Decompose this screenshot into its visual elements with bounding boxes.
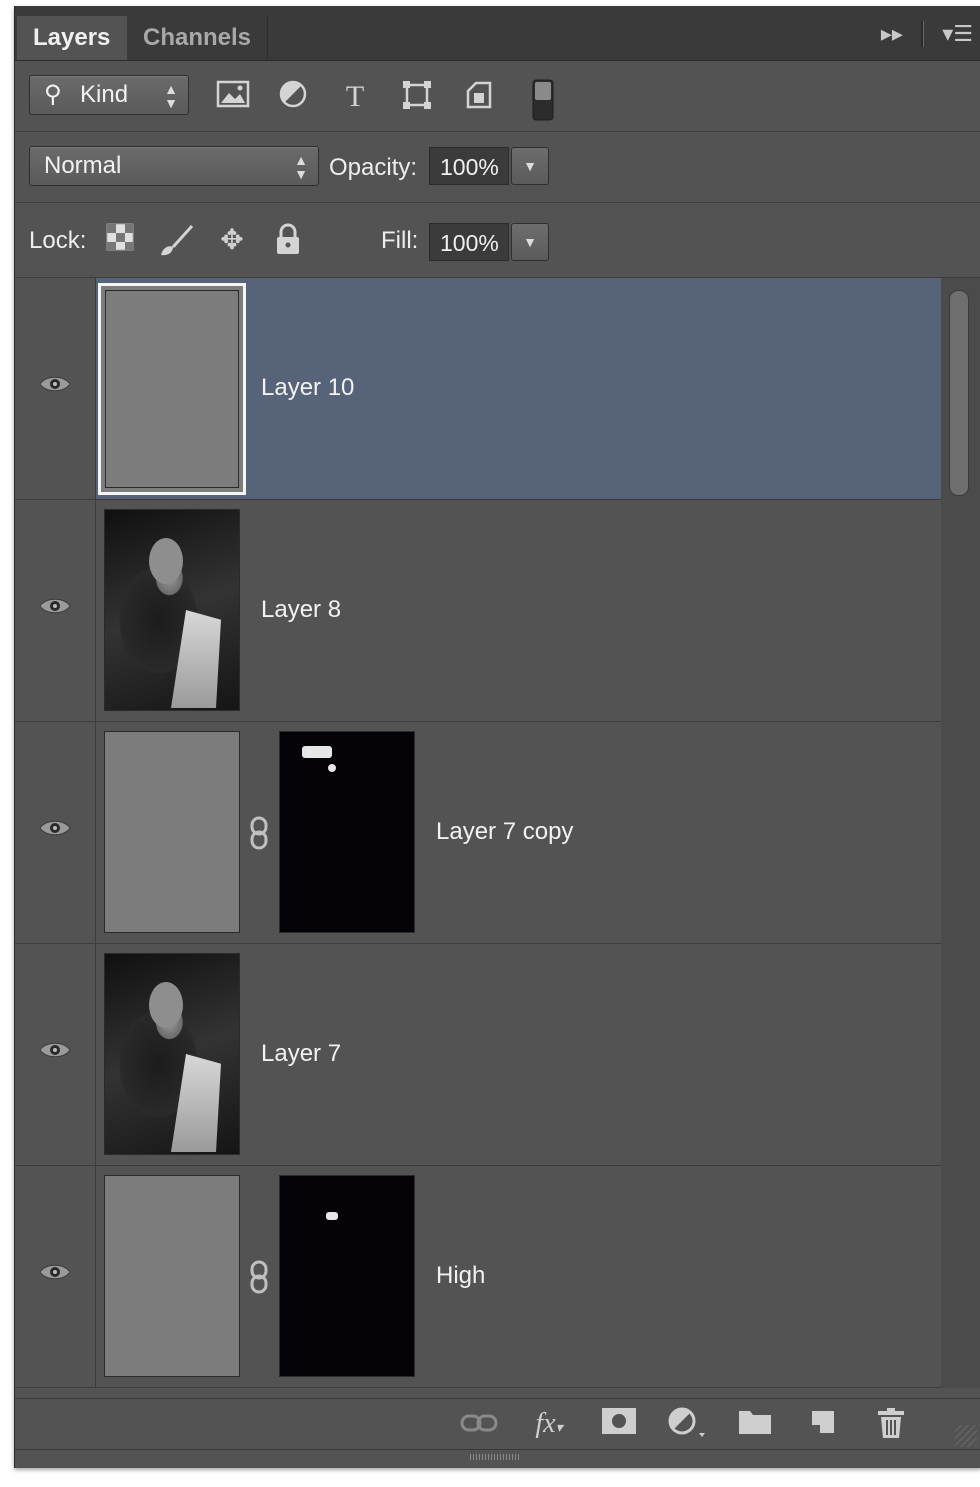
filter-toggle-icon[interactable] xyxy=(525,79,561,121)
eye-icon[interactable] xyxy=(39,818,71,838)
eye-icon[interactable] xyxy=(39,1040,71,1060)
lock-all-icon[interactable] xyxy=(271,223,305,257)
kind-label: Kind xyxy=(80,81,129,108)
portrait-face xyxy=(149,982,183,1028)
layer-thumbnail[interactable] xyxy=(98,283,246,495)
portrait-shirt xyxy=(171,610,221,708)
layer-thumbnail[interactable] xyxy=(104,1175,240,1377)
opacity-dropdown-button[interactable]: ▼ xyxy=(511,147,549,185)
visibility-toggle[interactable] xyxy=(15,944,96,1165)
fill-dropdown-button[interactable]: ▼ xyxy=(511,223,549,261)
layer-body[interactable]: High xyxy=(96,1166,941,1387)
layer-mask-thumbnail[interactable] xyxy=(279,1175,415,1377)
portrait-shirt xyxy=(171,1054,221,1152)
lock-position-icon[interactable]: ✥ xyxy=(215,223,249,257)
panel-tab-bar: Layers Channels ▸▸ ▾☰ xyxy=(15,6,980,61)
delete-layer-icon[interactable] xyxy=(871,1407,911,1441)
layer-thumbnail[interactable] xyxy=(104,731,240,933)
blend-row: Normal ▲ ▼ Opacity: 100% ▼ xyxy=(15,132,980,203)
lock-label: Lock: xyxy=(29,227,87,254)
layer-thumbnail[interactable] xyxy=(104,953,240,1155)
visibility-toggle[interactable] xyxy=(15,500,96,721)
visibility-toggle[interactable] xyxy=(15,722,96,943)
layer-thumbnail[interactable] xyxy=(104,509,240,711)
mask-highlight xyxy=(328,764,336,772)
layer-body[interactable]: Layer 7 xyxy=(96,944,941,1165)
add-mask-icon[interactable] xyxy=(599,1407,639,1441)
lock-row: Lock: ✥ Fill: 100% ▼ xyxy=(15,203,980,278)
layer-name[interactable]: Layer 10 xyxy=(261,374,354,402)
tab-layers[interactable]: Layers xyxy=(17,16,127,60)
layers-scrollbar[interactable] xyxy=(941,278,980,1388)
link-layers-icon[interactable] xyxy=(459,1407,499,1441)
layer-row-high[interactable]: High xyxy=(15,1166,941,1388)
up-down-arrows-icon: ▲ ▼ xyxy=(294,152,308,182)
layer-row-layer-7-copy[interactable]: Layer 7 copy xyxy=(15,722,941,944)
fill-input[interactable]: 100% xyxy=(429,223,509,261)
fill-label: Fill: xyxy=(381,227,419,254)
layer-body[interactable]: Layer 10 xyxy=(96,278,941,499)
new-layer-icon[interactable] xyxy=(803,1407,843,1441)
resize-grip[interactable] xyxy=(955,1425,977,1447)
blend-mode-value: Normal xyxy=(44,152,122,179)
lock-transparent-pixels-icon[interactable] xyxy=(103,223,137,257)
portrait-face xyxy=(149,538,183,584)
eye-icon[interactable] xyxy=(39,374,71,394)
panel-menu-icon[interactable]: ▾☰ xyxy=(942,21,973,47)
layers-bottom-toolbar: fx▾ xyxy=(15,1398,980,1450)
eye-icon[interactable] xyxy=(39,596,71,616)
divider xyxy=(921,21,925,48)
tab-channels[interactable]: Channels xyxy=(127,16,269,60)
lock-image-pixels-icon[interactable] xyxy=(159,223,194,257)
visibility-toggle[interactable] xyxy=(15,278,96,499)
layer-body[interactable]: Layer 7 copy xyxy=(96,722,941,943)
pixel-layer-filter-icon[interactable] xyxy=(215,79,251,115)
panel-resize-handle[interactable] xyxy=(470,1454,520,1460)
layer-name[interactable]: Layer 7 xyxy=(261,1040,341,1068)
kind-filter-dropdown[interactable]: ⚲ Kind ▲ ▼ xyxy=(29,75,189,115)
opacity-label: Opacity: xyxy=(329,154,418,181)
adjustment-layer-filter-icon[interactable] xyxy=(275,79,311,115)
chain-link-icon[interactable] xyxy=(248,1260,270,1294)
new-group-icon[interactable] xyxy=(735,1407,775,1441)
mask-highlight xyxy=(302,746,332,758)
search-icon: ⚲ xyxy=(44,81,62,108)
layer-body[interactable]: Layer 8 xyxy=(96,500,941,721)
layer-name[interactable]: High xyxy=(436,1262,485,1290)
layer-name[interactable]: Layer 8 xyxy=(261,596,341,624)
layer-mask-thumbnail[interactable] xyxy=(279,731,415,933)
fx-icon[interactable]: fx▾ xyxy=(529,1407,569,1441)
panel-controls: ▸▸ ▾☰ xyxy=(881,20,973,50)
opacity-input[interactable]: 100% xyxy=(429,147,509,185)
blend-mode-dropdown[interactable]: Normal ▲ ▼ xyxy=(29,146,319,186)
layer-row-layer-8[interactable]: Layer 8 xyxy=(15,500,941,722)
double-chevron-right-icon[interactable]: ▸▸ xyxy=(881,21,903,47)
filter-row: ⚲ Kind ▲ ▼ T xyxy=(15,61,980,132)
chain-link-icon[interactable] xyxy=(248,816,270,850)
type-layer-filter-icon[interactable]: T xyxy=(337,79,373,115)
visibility-toggle[interactable] xyxy=(15,1166,96,1387)
smart-object-filter-icon[interactable] xyxy=(461,79,497,115)
up-down-arrows-icon: ▲ ▼ xyxy=(164,81,178,111)
eye-icon[interactable] xyxy=(39,1262,71,1282)
layers-list: Layer 10 Layer 8 Layer 7 copy Layer 7 Hi… xyxy=(15,278,941,1388)
scrollbar-thumb[interactable] xyxy=(949,290,969,496)
shape-layer-filter-icon[interactable] xyxy=(399,79,435,115)
new-adjustment-layer-icon[interactable] xyxy=(667,1407,707,1441)
mask-highlight xyxy=(326,1212,338,1220)
layers-panel: Layers Channels ▸▸ ▾☰ ⚲ Kind ▲ ▼ T Norma… xyxy=(14,6,980,1468)
layer-row-layer-10[interactable]: Layer 10 xyxy=(15,278,941,500)
layer-name[interactable]: Layer 7 copy xyxy=(436,818,573,846)
layer-row-layer-7[interactable]: Layer 7 xyxy=(15,944,941,1166)
